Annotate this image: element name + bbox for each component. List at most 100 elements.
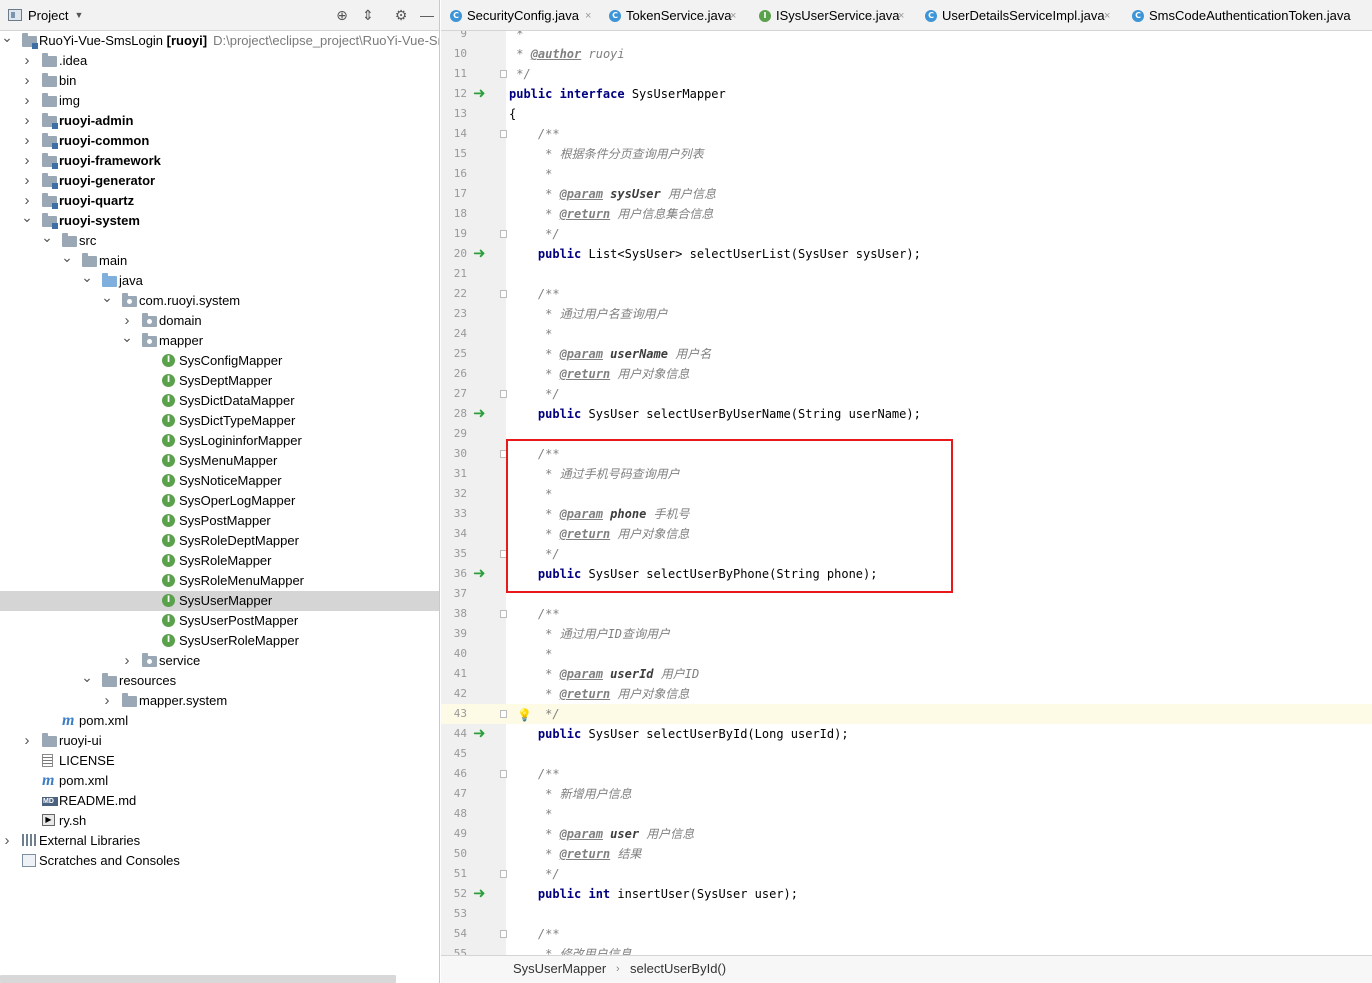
tree-node[interactable]: ⌄ java: [0, 269, 439, 291]
tree-node[interactable]: › bin: [0, 71, 439, 91]
implemented-arrow-icon[interactable]: ➜: [473, 404, 486, 424]
chevron-right-icon[interactable]: ›: [21, 171, 33, 191]
tree-node[interactable]: I SysMenuMapper: [0, 451, 439, 471]
chevron-down-icon[interactable]: ⌄: [1, 27, 13, 47]
tree-node[interactable]: I SysUserPostMapper: [0, 611, 439, 631]
close-icon[interactable]: ×: [898, 0, 904, 30]
chevron-right-icon[interactable]: ›: [1, 831, 13, 851]
code-line[interactable]: 39 * 通过用户ID查询用户: [441, 624, 1372, 644]
editor-tab[interactable]: C TokenService.java ×: [609, 0, 741, 30]
tree-node[interactable]: I SysDeptMapper: [0, 371, 439, 391]
fold-marker-icon[interactable]: [500, 710, 507, 718]
tree-node[interactable]: I SysLogininforMapper: [0, 431, 439, 451]
fold-marker-icon[interactable]: [500, 930, 507, 938]
fold-marker-icon[interactable]: [500, 290, 507, 298]
code-line[interactable]: 37: [441, 584, 1372, 604]
code-line[interactable]: 32 *: [441, 484, 1372, 504]
code-line[interactable]: 48 *: [441, 804, 1372, 824]
code-line[interactable]: 42 * @return 用户对象信息: [441, 684, 1372, 704]
tree-node[interactable]: MD README.md: [0, 791, 439, 811]
tree-node[interactable]: › ruoyi-common: [0, 131, 439, 151]
code-line[interactable]: 23 * 通过用户名查询用户: [441, 304, 1372, 324]
code-line[interactable]: 14 /**: [441, 124, 1372, 144]
chevron-right-icon[interactable]: ›: [21, 131, 33, 151]
code-line[interactable]: 17 * @param sysUser 用户信息: [441, 184, 1372, 204]
close-icon[interactable]: ×: [730, 0, 736, 30]
code-line[interactable]: 27 */: [441, 384, 1372, 404]
tree-node[interactable]: I SysConfigMapper: [0, 351, 439, 371]
implemented-arrow-icon[interactable]: ➜: [473, 244, 486, 264]
code-line[interactable]: 55 * 修改用户信息: [441, 944, 1372, 955]
chevron-down-icon[interactable]: ⌄: [101, 287, 113, 307]
code-line[interactable]: 53: [441, 904, 1372, 924]
implemented-arrow-icon[interactable]: ➜: [473, 884, 486, 904]
chevron-down-icon[interactable]: ▼: [74, 10, 83, 20]
code-line[interactable]: 50 * @return 结果: [441, 844, 1372, 864]
chevron-right-icon[interactable]: ›: [121, 651, 133, 671]
tree-node[interactable]: › ruoyi-admin: [0, 111, 439, 131]
project-view-selector[interactable]: Project: [28, 8, 68, 23]
fold-marker-icon[interactable]: [500, 450, 507, 458]
code-line[interactable]: 28 ➜ public SysUser selectUserByUserName(…: [441, 404, 1372, 424]
code-line[interactable]: 46 /**: [441, 764, 1372, 784]
implemented-arrow-icon[interactable]: ➜: [473, 564, 486, 584]
chevron-down-icon[interactable]: ⌄: [41, 227, 53, 247]
code-line[interactable]: 38 /**: [441, 604, 1372, 624]
tree-node[interactable]: m pom.xml: [0, 771, 439, 791]
tree-node[interactable]: › .idea: [0, 51, 439, 71]
tree-node[interactable]: I SysNoticeMapper: [0, 471, 439, 491]
tree-node[interactable]: m pom.xml: [0, 711, 439, 731]
code-line[interactable]: 41 * @param userId 用户ID: [441, 664, 1372, 684]
project-tree[interactable]: ⌄ RuoYi-Vue-SmsLogin [ruoyi] D:\project\ec…: [0, 29, 439, 971]
fold-marker-icon[interactable]: [500, 70, 507, 78]
tree-node[interactable]: › ruoyi-ui: [0, 731, 439, 751]
chevron-down-icon[interactable]: ⌄: [121, 327, 133, 347]
code-line[interactable]: 34 * @return 用户对象信息: [441, 524, 1372, 544]
fold-marker-icon[interactable]: [500, 610, 507, 618]
breadcrumb-item-method[interactable]: selectUserById(): [630, 956, 726, 982]
code-line[interactable]: 33 * @param phone 手机号: [441, 504, 1372, 524]
code-line[interactable]: 16 *: [441, 164, 1372, 184]
tree-node[interactable]: Scratches and Consoles: [0, 851, 439, 871]
code-line[interactable]: 21: [441, 264, 1372, 284]
editor-tab[interactable]: C SecurityConfig.java ×: [450, 0, 596, 30]
editor-tab[interactable]: C SmsCodeAuthenticationToken.java: [1132, 0, 1351, 30]
tree-node[interactable]: I SysRoleDeptMapper: [0, 531, 439, 551]
code-line[interactable]: 52 ➜ public int insertUser(SysUser user);: [441, 884, 1372, 904]
code-line[interactable]: 49 * @param user 用户信息: [441, 824, 1372, 844]
tree-node[interactable]: › mapper.system: [0, 691, 439, 711]
chevron-down-icon[interactable]: ⌄: [21, 207, 33, 227]
tree-node[interactable]: I SysUserRoleMapper: [0, 631, 439, 651]
code-line[interactable]: 35 */: [441, 544, 1372, 564]
tree-node[interactable]: I SysUserMapper: [0, 591, 439, 611]
gear-icon[interactable]: ⚙: [393, 7, 409, 23]
code-line[interactable]: 29: [441, 424, 1372, 444]
chevron-right-icon[interactable]: ›: [101, 691, 113, 711]
implemented-arrow-icon[interactable]: ➜: [473, 724, 486, 744]
code-line[interactable]: 22 /**: [441, 284, 1372, 304]
code-editor[interactable]: 9 * 10 * @author ruoyi 11 */12 ➜ public inte…: [441, 31, 1372, 955]
code-line[interactable]: 36 ➜ public SysUser selectUserByPhone(Str…: [441, 564, 1372, 584]
code-line[interactable]: 40 *: [441, 644, 1372, 664]
code-line[interactable]: 26 * @return 用户对象信息: [441, 364, 1372, 384]
tree-node[interactable]: ⌄ mapper: [0, 329, 439, 351]
code-line[interactable]: 18 * @return 用户信息集合信息: [441, 204, 1372, 224]
code-line[interactable]: 47 * 新增用户信息: [441, 784, 1372, 804]
code-line[interactable]: 43 💡 */: [441, 704, 1372, 724]
chevron-down-icon[interactable]: ⌄: [81, 267, 93, 287]
tree-node[interactable]: › ruoyi-generator: [0, 171, 439, 191]
tree-node[interactable]: I SysRoleMapper: [0, 551, 439, 571]
tree-node[interactable]: I SysPostMapper: [0, 511, 439, 531]
horizontal-scrollbar[interactable]: [0, 975, 396, 983]
code-line[interactable]: 45: [441, 744, 1372, 764]
editor-tab[interactable]: C UserDetailsServiceImpl.java ×: [925, 0, 1115, 30]
tree-node[interactable]: › External Libraries: [0, 831, 439, 851]
code-line[interactable]: 20 ➜ public List<SysUser> selectUserList(…: [441, 244, 1372, 264]
editor-tab[interactable]: I ISysUserService.java ×: [759, 0, 909, 30]
code-line[interactable]: 11 */: [441, 64, 1372, 84]
tree-node[interactable]: I SysDictTypeMapper: [0, 411, 439, 431]
code-line[interactable]: 13 {: [441, 104, 1372, 124]
hide-panel-icon[interactable]: —: [419, 7, 435, 23]
fold-marker-icon[interactable]: [500, 870, 507, 878]
chevron-right-icon[interactable]: ›: [21, 71, 33, 91]
